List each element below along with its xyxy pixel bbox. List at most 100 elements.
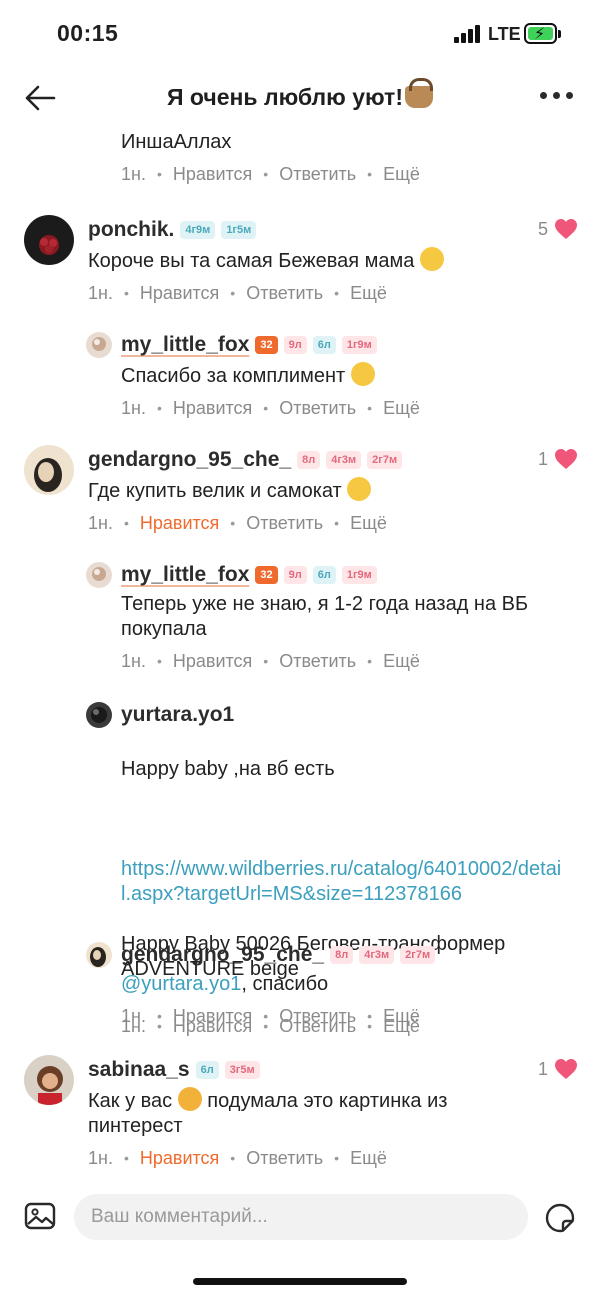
home-indicator: [193, 1278, 407, 1285]
status-time: 00:15: [57, 20, 119, 46]
image-attach-icon[interactable]: [24, 1200, 56, 1232]
comment-actions: 1н. • Нравится • Ответить • Ещё: [121, 650, 420, 672]
comment-reply: my_little_fox 32 9л 6л 1г9м Спасибо за к…: [0, 330, 600, 445]
like-counter: 1: [538, 448, 578, 470]
comment: sabinaa_s 6л 3г5м Как у вас подумала это…: [0, 1055, 600, 1195]
badge: 2г7м: [367, 451, 403, 469]
comment-actions: 1н. • Нравится • Ответить • Ещё: [88, 1147, 387, 1169]
like-count: 1: [537, 1058, 548, 1079]
network-label: LTE: [488, 24, 521, 44]
sticker-icon[interactable]: [544, 1202, 576, 1234]
reply-action[interactable]: Ответить: [246, 1148, 323, 1169]
avatar[interactable]: [24, 1055, 74, 1105]
comment-actions: 1н. • Нравится • Ответить • Ещё: [88, 512, 387, 534]
comment: gendargno_95_che_ 8л 4г3м 2г7м Где купит…: [0, 445, 600, 560]
status-bar: 00:15 LTE ⚡: [0, 0, 600, 66]
heart-eyes-emoji-icon: [347, 477, 372, 501]
reply-action[interactable]: Ответить: [279, 164, 356, 185]
comment-header: sabinaa_s 6л 3г5м: [88, 1055, 600, 1085]
comment-time: 1н.: [121, 397, 146, 418]
badge: 6л: [312, 336, 336, 354]
reply-action[interactable]: Ответить: [246, 283, 323, 304]
more-action[interactable]: Ещё: [350, 513, 387, 534]
heart-icon[interactable]: [554, 1058, 578, 1080]
username[interactable]: my_little_fox: [121, 563, 249, 587]
like-action[interactable]: Нравится: [173, 1006, 252, 1027]
reply-action[interactable]: Ответить: [279, 651, 356, 672]
comment-text: Короче вы та самая Бежевая мама: [88, 247, 600, 274]
username[interactable]: gendargno_95_che_: [121, 943, 324, 967]
username[interactable]: ponchik.: [88, 218, 174, 242]
comment-header: gendargno_95_che_ 8л 4г3м 2г7м: [88, 445, 600, 475]
reply-action[interactable]: Ответить: [246, 513, 323, 534]
battery-cap: [558, 30, 561, 38]
username[interactable]: gendargno_95_che_: [88, 448, 291, 472]
comment-time: 1н.: [88, 1147, 113, 1168]
comments-list: ИншаАллах 1н. • Нравится • Ответить • Ещё p…: [0, 128, 600, 1195]
comment: ponchik. 4г9м 1г5м Короче вы та самая Бе…: [0, 215, 600, 330]
comment-time: 1н.: [88, 282, 113, 303]
signal-icon: [454, 25, 482, 43]
comment-actions: 1н. • Нравится • Ответить • Ещё: [88, 282, 387, 304]
badge: 4г3м: [359, 946, 395, 964]
comment-time: 1н.: [121, 163, 146, 184]
more-action[interactable]: Ещё: [383, 1006, 420, 1027]
cat-heart-eyes-emoji-icon: [177, 1087, 202, 1111]
reply-action[interactable]: Ответить: [279, 398, 356, 419]
comment-time: 1н.: [121, 1005, 146, 1026]
badge: 1г9м: [341, 336, 377, 354]
more-action[interactable]: Ещё: [383, 398, 420, 419]
comment-actions: 1н. • Нравится • Ответить • Ещё: [121, 1005, 420, 1027]
comment-reply: my_little_fox 32 9л 6л 1г9м Теперь уже н…: [0, 560, 600, 700]
like-action[interactable]: Нравится: [140, 513, 219, 534]
username[interactable]: sabinaa_s: [88, 1058, 190, 1082]
smile-emoji-icon: [350, 362, 375, 386]
comment-header: my_little_fox 32 9л 6л 1г9м: [121, 560, 600, 590]
grin-emoji-icon: [419, 247, 444, 271]
comment-input[interactable]: [74, 1194, 528, 1240]
badge: 8л: [297, 451, 321, 469]
like-action[interactable]: Нравится: [173, 398, 252, 419]
like-count: 5: [537, 218, 548, 239]
back-arrow-icon[interactable]: [24, 84, 56, 112]
mention-link[interactable]: @yurtara.yo1: [121, 973, 241, 995]
page-title: Я очень люблю уют!: [100, 78, 500, 111]
comment-time: 1н.: [88, 512, 113, 533]
product-link[interactable]: https://www.wildberries.ru/catalog/64010…: [121, 857, 571, 907]
avatar[interactable]: [24, 215, 74, 265]
heart-icon[interactable]: [554, 448, 578, 470]
username[interactable]: my_little_fox: [121, 333, 249, 357]
badge: 1г9м: [341, 566, 377, 584]
heart-icon[interactable]: [554, 218, 578, 240]
comment-time: 1н.: [121, 650, 146, 671]
badge: 4г9м: [180, 221, 216, 239]
badge: 9л: [283, 336, 307, 354]
more-action[interactable]: Ещё: [350, 283, 387, 304]
reply-action[interactable]: Ответить: [279, 1006, 356, 1027]
comment-text: Теперь уже не знаю, я 1-2 года назад на …: [121, 593, 529, 640]
like-action[interactable]: Нравится: [140, 1148, 219, 1169]
more-action[interactable]: Ещё: [383, 164, 420, 185]
comment-input-bar: [0, 1188, 600, 1252]
like-count: 1: [537, 448, 548, 469]
avatar[interactable]: [24, 445, 74, 495]
badge: 6л: [195, 1061, 219, 1079]
avatar[interactable]: [86, 942, 112, 968]
badge: 4г3м: [326, 451, 362, 469]
comment-reply: yurtara.yo1 Happy baby ,на вб есть https…: [0, 700, 600, 1036]
comment-text: Спасибо за комплимент: [121, 362, 600, 389]
comment-header: gendargno_95_che_ 8л 4г3м 2г7м: [121, 940, 600, 970]
more-options-icon[interactable]: [540, 92, 574, 102]
like-action[interactable]: Нравится: [173, 164, 252, 185]
like-action[interactable]: Нравится: [140, 283, 219, 304]
avatar[interactable]: [86, 562, 112, 588]
comment-text: Где купить велик и самокат: [88, 477, 600, 504]
avatar[interactable]: [86, 702, 112, 728]
avatar[interactable]: [86, 332, 112, 358]
badge: 3г5м: [224, 1061, 260, 1079]
more-action[interactable]: Ещё: [350, 1148, 387, 1169]
like-action[interactable]: Нравится: [173, 651, 252, 672]
more-action[interactable]: Ещё: [383, 651, 420, 672]
username[interactable]: yurtara.yo1: [121, 703, 234, 727]
badge: 9л: [283, 566, 307, 584]
